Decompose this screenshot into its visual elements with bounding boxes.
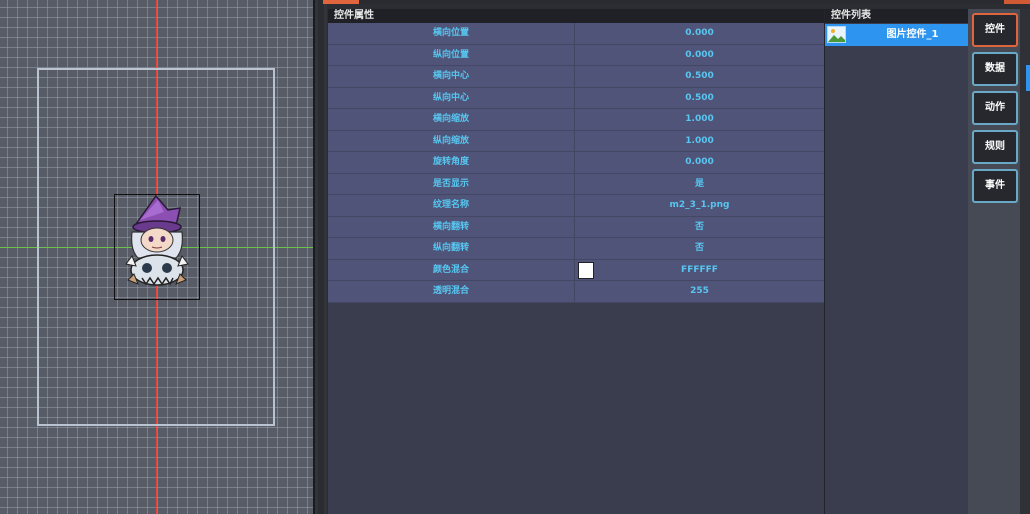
scene-canvas[interactable] xyxy=(0,0,313,514)
character-sprite[interactable] xyxy=(118,194,196,292)
property-row[interactable]: 旋转角度 0.000 xyxy=(328,152,824,174)
property-value[interactable]: 否 xyxy=(575,217,824,238)
close-tab-indicator[interactable] xyxy=(1004,0,1030,4)
property-row[interactable]: 横向翻转 否 xyxy=(328,216,824,238)
property-value-text: 255 xyxy=(690,286,709,296)
property-value-text: m2_3_1.png xyxy=(669,200,730,210)
control-list-item[interactable]: 图片控件_1 xyxy=(825,24,968,46)
property-name: 横向缩放 xyxy=(328,109,575,130)
property-value[interactable]: 1.000 xyxy=(575,109,824,130)
control-list-item-label: 图片控件_1 xyxy=(886,29,939,40)
property-value-text: 0.500 xyxy=(685,71,714,81)
property-value[interactable]: 1.000 xyxy=(575,131,824,152)
scroll-indicator[interactable] xyxy=(1026,65,1030,91)
color-swatch[interactable] xyxy=(578,261,594,279)
property-value[interactable]: FFFFFF xyxy=(575,260,824,281)
actions-button[interactable]: 动作 xyxy=(972,91,1018,125)
property-row[interactable]: 纵向翻转 否 xyxy=(328,238,824,260)
property-name: 纵向中心 xyxy=(328,87,575,108)
image-icon xyxy=(827,26,846,43)
property-value[interactable]: 0.000 xyxy=(575,23,824,44)
property-value-text: 是 xyxy=(694,178,704,189)
rules-button[interactable]: 规则 xyxy=(972,130,1018,164)
property-row[interactable]: 纵向位置 0.000 xyxy=(328,44,824,66)
property-row[interactable]: 纵向缩放 1.000 xyxy=(328,130,824,152)
property-value[interactable]: 是 xyxy=(575,174,824,195)
data-button[interactable]: 数据 xyxy=(972,52,1018,86)
events-button[interactable]: 事件 xyxy=(972,169,1018,203)
controls-button[interactable]: 控件 xyxy=(972,13,1018,47)
property-row[interactable]: 是否显示 是 xyxy=(328,173,824,195)
property-value-text: 0.500 xyxy=(685,92,714,103)
property-row[interactable]: 横向中心 0.500 xyxy=(328,66,824,88)
property-panel: 控件属性 横向位置 0.000 纵向位置 0.000 横向中心 0.500 纵向中心 0.50… xyxy=(328,9,825,514)
property-value-text: 否 xyxy=(694,221,704,232)
property-value[interactable]: 255 xyxy=(575,281,824,302)
top-strip xyxy=(327,0,1030,4)
property-value-text: 否 xyxy=(694,243,704,253)
control-list-panel: 控件列表 图片控件_1 xyxy=(825,9,968,514)
property-value-text: 1.000 xyxy=(685,135,714,146)
property-row[interactable]: 横向缩放 1.000 xyxy=(328,109,824,131)
property-value[interactable]: 否 xyxy=(575,238,824,259)
property-name: 透明混合 xyxy=(328,281,575,302)
property-table: 横向位置 0.000 纵向位置 0.000 横向中心 0.500 纵向中心 0.500 横向缩放… xyxy=(328,23,824,303)
property-value-text: 0.000 xyxy=(685,157,714,167)
control-list-title: 控件列表 xyxy=(825,9,968,23)
property-row[interactable]: 横向位置 0.000 xyxy=(328,23,824,45)
property-value[interactable]: 0.000 xyxy=(575,152,824,173)
property-name: 纵向位置 xyxy=(328,44,575,65)
tool-button-column: 控件 数据 动作 规则 事件 xyxy=(968,9,1020,514)
property-name: 横向翻转 xyxy=(328,216,575,237)
property-row[interactable]: 纹理名称 m2_3_1.png xyxy=(328,195,824,217)
right-edge xyxy=(1020,9,1030,514)
property-row[interactable]: 透明混合 255 xyxy=(328,281,824,303)
splitter-bar[interactable] xyxy=(318,0,324,514)
property-value[interactable]: 0.000 xyxy=(575,45,824,66)
property-value-text: 0.000 xyxy=(685,49,714,60)
property-value[interactable]: 0.500 xyxy=(575,66,824,87)
property-name: 纵向翻转 xyxy=(328,238,575,259)
property-name: 横向位置 xyxy=(328,23,575,44)
property-value-text: 0.000 xyxy=(685,28,714,38)
property-name: 颜色混合 xyxy=(328,259,575,280)
property-name: 纹理名称 xyxy=(328,195,575,216)
property-value[interactable]: 0.500 xyxy=(575,88,824,109)
property-row[interactable]: 颜色混合 FFFFFF xyxy=(328,259,824,281)
property-name: 是否显示 xyxy=(328,173,575,194)
splitter[interactable] xyxy=(315,0,327,514)
property-value[interactable]: m2_3_1.png xyxy=(575,195,824,216)
property-row[interactable]: 纵向中心 0.500 xyxy=(328,87,824,109)
property-name: 旋转角度 xyxy=(328,152,575,173)
property-name: 横向中心 xyxy=(328,66,575,87)
active-tab-indicator[interactable] xyxy=(323,0,359,4)
property-panel-title: 控件属性 xyxy=(328,9,824,23)
property-name: 纵向缩放 xyxy=(328,130,575,151)
property-value-text: FFFFFF xyxy=(681,264,718,275)
property-value-text: 1.000 xyxy=(685,114,714,124)
